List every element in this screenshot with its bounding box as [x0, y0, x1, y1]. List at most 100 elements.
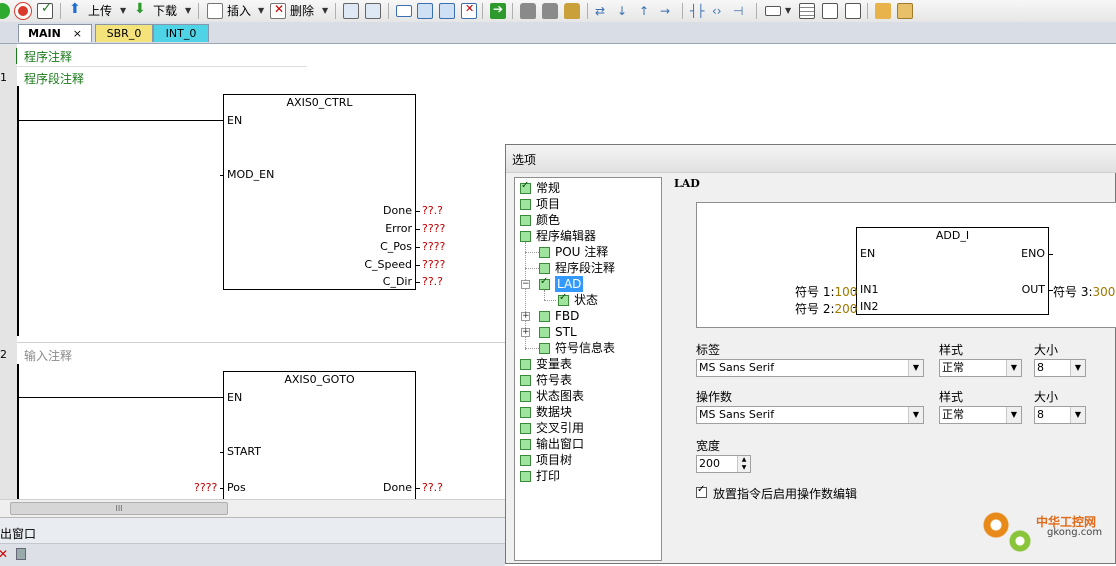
done-value[interactable]: ??.?	[422, 204, 443, 217]
coil-icon[interactable]: ‹›	[712, 3, 722, 19]
download-arrow-icon[interactable]: ⬇	[134, 1, 146, 17]
width-spinner[interactable]: 200 ▲ ▼	[696, 455, 751, 473]
operand-edit-checkbox-label[interactable]: 放置指令后启用操作数编辑	[713, 485, 857, 502]
copy-output-icon[interactable]	[16, 548, 26, 560]
upload-arrow-icon[interactable]: ⬆	[69, 1, 81, 17]
edit-icon[interactable]	[845, 3, 861, 19]
tree-item-project[interactable]: 项目	[536, 196, 560, 212]
delete-button[interactable]: 删除	[290, 3, 314, 19]
operand-style-select[interactable]: 正常 ▼	[939, 406, 1022, 424]
line-up-icon[interactable]: ↑	[639, 3, 649, 19]
tree-item-program-editor[interactable]: 程序编辑器	[536, 228, 596, 244]
label-style-select[interactable]: 正常 ▼	[939, 359, 1022, 377]
collapse-icon[interactable]: −	[521, 280, 530, 289]
error-value[interactable]: ????	[422, 222, 445, 235]
tree-item-cross-reference[interactable]: 交叉引用	[536, 420, 584, 436]
delete-dropdown-icon[interactable]: ▼	[322, 3, 328, 19]
network-icon[interactable]	[343, 3, 359, 19]
chevron-down-icon[interactable]: ▼	[1006, 360, 1021, 376]
chevron-down-icon[interactable]: ▼	[1006, 407, 1021, 423]
insert-icon[interactable]	[207, 3, 223, 19]
scrollbar-thumb[interactable]: III	[10, 502, 228, 515]
upload-dropdown-icon[interactable]: ▼	[120, 3, 126, 19]
c-dir-value[interactable]: ??.?	[422, 275, 443, 288]
network-comment[interactable]: 输入注释	[24, 347, 72, 364]
lock-icon[interactable]	[520, 3, 536, 19]
window-icon[interactable]	[396, 5, 412, 17]
pos-value[interactable]: ????	[194, 481, 217, 494]
stop-icon[interactable]	[15, 3, 31, 19]
tree-item-status-chart[interactable]: 状态图表	[536, 388, 584, 404]
run-icon[interactable]	[0, 3, 10, 19]
tree-item-symbol-table[interactable]: 符号表	[536, 372, 572, 388]
label-font-select[interactable]: MS Sans Serif ▼	[696, 359, 924, 377]
chevron-down-icon[interactable]: ▼	[1070, 407, 1085, 423]
comment-icon[interactable]	[765, 6, 781, 16]
clear-icon[interactable]: ✕	[461, 2, 477, 19]
symbol-table-icon[interactable]	[822, 3, 838, 19]
tree-item-print[interactable]: 打印	[536, 468, 560, 484]
insert-dropdown-icon[interactable]: ▼	[258, 3, 264, 19]
key-icon[interactable]	[875, 3, 891, 19]
download-dropdown-icon[interactable]: ▼	[185, 3, 191, 19]
contact-icon[interactable]: ┤├	[690, 3, 704, 19]
insert-button[interactable]: 插入	[227, 3, 251, 19]
c-speed-value[interactable]: ????	[422, 258, 445, 271]
function-block[interactable]: AXIS0_CTRL EN MOD_EN Done Error C_Pos C_…	[220, 94, 420, 290]
delete-icon[interactable]: ✕	[270, 2, 286, 19]
operand-size-select[interactable]: 8 ▼	[1034, 406, 1086, 424]
tree-item-colors[interactable]: 颜色	[536, 212, 560, 228]
tree-item-symbol-info[interactable]: 符号信息表	[555, 340, 615, 356]
tree-item-network-comment[interactable]: 程序段注释	[555, 260, 615, 276]
tree-item-output-window[interactable]: 输出窗口	[536, 436, 584, 452]
operand-font-select[interactable]: MS Sans Serif ▼	[696, 406, 924, 424]
function-block[interactable]: AXIS0_GOTO EN START Pos Done	[220, 371, 420, 511]
chevron-down-icon[interactable]: ▼	[908, 407, 923, 423]
compile-icon[interactable]: ✓	[37, 1, 53, 19]
expand-icon[interactable]: +	[521, 328, 530, 337]
chevron-down-icon[interactable]: ▼	[1070, 360, 1085, 376]
table-icon[interactable]	[799, 3, 815, 19]
done-value[interactable]: ??.?	[422, 481, 443, 494]
tree-item-stl[interactable]: STL	[555, 324, 577, 340]
dialog-titlebar[interactable]: 选项	[506, 145, 1116, 173]
c-pos-value[interactable]: ????	[422, 240, 445, 253]
line-right-icon[interactable]: →	[660, 3, 670, 19]
unlock-icon[interactable]	[542, 3, 558, 19]
tree-item-status[interactable]: 状态	[574, 292, 598, 308]
tree-item-pou-comment[interactable]: POU 注释	[555, 244, 608, 260]
box-icon[interactable]: ⊣	[733, 3, 743, 19]
horizontal-scrollbar[interactable]: III	[0, 499, 505, 518]
back-icon[interactable]	[417, 3, 433, 19]
property-icon[interactable]	[897, 3, 913, 19]
label-size-select[interactable]: 8 ▼	[1034, 359, 1086, 377]
tree-item-fbd[interactable]: FBD	[555, 308, 579, 324]
tree-checkbox-icon	[520, 231, 531, 242]
goto-icon[interactable]: ➔	[490, 2, 506, 19]
chevron-down-icon[interactable]: ▼	[908, 360, 923, 376]
tab-sbr0[interactable]: SBR_0	[95, 24, 153, 42]
tree-item-project-tree[interactable]: 项目树	[536, 452, 572, 468]
download-button[interactable]: 下载	[153, 3, 177, 19]
expand-icon[interactable]: +	[521, 312, 530, 321]
network-select-icon[interactable]	[365, 3, 381, 19]
upload-button[interactable]: 上传	[88, 3, 112, 19]
tree-item-general[interactable]: 常规	[536, 180, 560, 196]
spinner-arrows-icon[interactable]: ▲ ▼	[737, 456, 750, 472]
tree-item-lad[interactable]: LAD	[555, 276, 584, 292]
network-comment[interactable]: 程序段注释	[24, 70, 84, 87]
tab-main[interactable]: MAIN ×	[18, 24, 92, 42]
operand-edit-checkbox[interactable]: ✓	[696, 484, 707, 498]
tree-item-data-block[interactable]: 数据块	[536, 404, 572, 420]
program-comment[interactable]: 程序注释	[24, 48, 72, 65]
forward-icon[interactable]	[439, 3, 455, 19]
tab-int0[interactable]: INT_0	[153, 24, 209, 42]
password-icon[interactable]	[564, 3, 580, 19]
branch-icon[interactable]: ⇄	[595, 3, 605, 19]
options-tree[interactable]: 常规 项目 颜色 程序编辑器 POU 注释 程序段注释 − LAD 状态 + F…	[514, 177, 662, 561]
comment-dropdown-icon[interactable]: ▼	[785, 3, 791, 19]
tree-item-variable-table[interactable]: 变量表	[536, 356, 572, 372]
tab-close-icon[interactable]: ×	[73, 27, 82, 40]
line-down-icon[interactable]: ↓	[617, 3, 627, 19]
clear-output-icon[interactable]: ✕	[0, 547, 8, 561]
